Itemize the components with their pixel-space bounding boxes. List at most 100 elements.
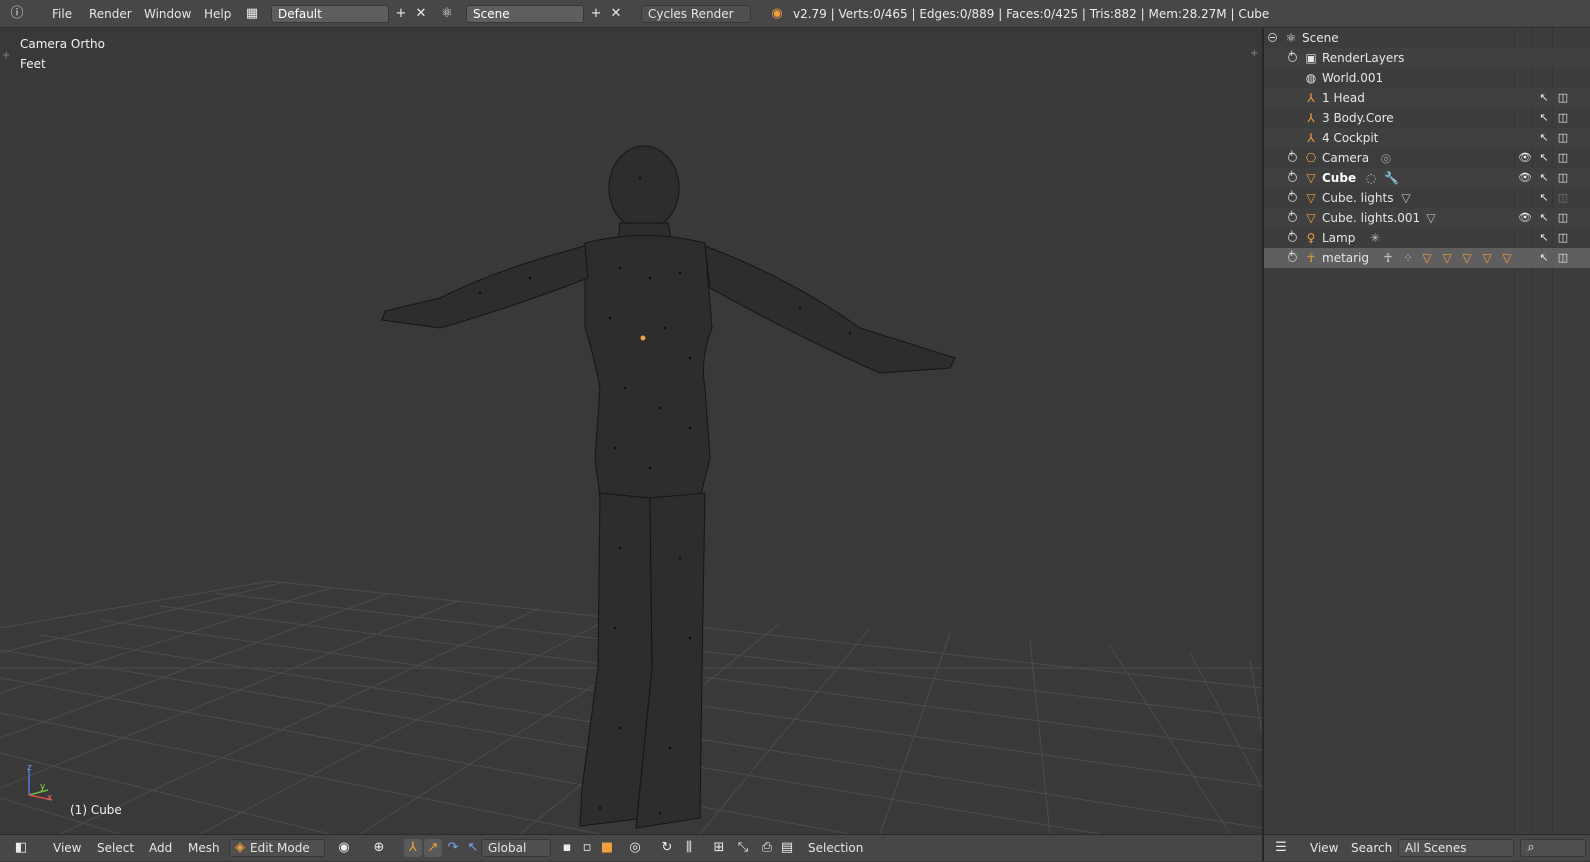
translate-manipulator-icon[interactable]: ↗	[424, 839, 442, 857]
select-toggle-icon[interactable]: ↖	[1537, 231, 1551, 245]
collapse-icon[interactable]	[1268, 33, 1277, 42]
menu-window[interactable]: Window	[144, 0, 191, 28]
expand-icon[interactable]	[1288, 209, 1297, 222]
viewport-canvas[interactable]	[0, 28, 1262, 834]
child-mesh-icon[interactable]: ▽	[1440, 251, 1454, 265]
add-layout-icon[interactable]: +	[392, 5, 410, 23]
select-toggle-icon[interactable]: ↖	[1537, 251, 1551, 265]
pivot-point-icon[interactable]: ⊕	[370, 839, 388, 857]
expand-icon[interactable]	[1288, 189, 1297, 202]
render-toggle-icon[interactable]: ◫	[1556, 91, 1570, 105]
camera-data-icon[interactable]: ◎	[1379, 151, 1393, 165]
opengl-render-icon[interactable]: ⎙	[758, 839, 776, 857]
child-mesh-icon[interactable]: ▽	[1480, 251, 1494, 265]
outliner-row-cube-lights[interactable]: ▽ Cube. lights ▽ ↖ ◫	[1264, 188, 1590, 208]
rotate-manipulator-icon[interactable]: ↷	[444, 839, 462, 857]
menu-render[interactable]: Render	[89, 0, 132, 28]
menu-add[interactable]: Add	[149, 835, 172, 862]
outliner-editor-type-icon[interactable]: ☰	[1272, 839, 1290, 857]
outliner-label[interactable]: metarig	[1322, 248, 1369, 268]
armature-data-icon[interactable]: ☥	[1381, 251, 1395, 265]
manipulator-toggle-icon[interactable]: ⅄	[404, 839, 422, 857]
select-toggle-icon[interactable]: ↖	[1537, 131, 1551, 145]
select-toggle-icon[interactable]: ↖	[1537, 171, 1551, 185]
outliner-row-body-core[interactable]: ⅄ 3 Body.Core ↖ ◫	[1264, 108, 1590, 128]
pose-icon[interactable]: ⁘	[1401, 251, 1415, 265]
outliner-label[interactable]: 1 Head	[1322, 88, 1365, 108]
info-editor-icon[interactable]: ⓘ	[8, 5, 26, 23]
child-mesh-icon[interactable]: ▽	[1500, 251, 1514, 265]
screen-layout-field[interactable]: Default	[271, 5, 389, 23]
vertex-select-icon[interactable]: ▪	[558, 839, 576, 857]
outliner-label[interactable]: World.001	[1322, 68, 1383, 88]
material-icon[interactable]: ◌	[1364, 171, 1378, 185]
select-toggle-icon[interactable]: ↖	[1537, 91, 1551, 105]
editor-type-icon[interactable]: ◧	[12, 839, 30, 857]
select-toggle-icon[interactable]: ↖	[1537, 151, 1551, 165]
outliner-panel[interactable]: ⚛ Scene ▣ RenderLayers ◍ World.001 ⅄ 1 H…	[1264, 28, 1590, 834]
toolshelf-toggle-icon[interactable]: +	[2, 50, 10, 61]
expand-icon[interactable]	[1288, 169, 1297, 182]
snap-toggle-icon[interactable]: ↻	[658, 839, 676, 857]
character-mesh[interactable]	[381, 145, 956, 829]
snap-target-icon[interactable]: ⊞	[710, 839, 728, 857]
outliner-label[interactable]: Cube	[1322, 168, 1356, 188]
menu-mesh[interactable]: Mesh	[188, 835, 220, 862]
expand-icon[interactable]	[1288, 149, 1297, 162]
scene-field[interactable]: Scene	[466, 5, 584, 23]
outliner-label[interactable]: Cube. lights	[1322, 188, 1393, 208]
select-toggle-icon[interactable]: ↖	[1537, 111, 1551, 125]
outliner-row-cockpit[interactable]: ⅄ 4 Cockpit ↖ ◫	[1264, 128, 1590, 148]
add-scene-icon[interactable]: +	[587, 5, 605, 23]
3d-viewport[interactable]: Camera Ortho Feet z y x (1) Cube + +	[0, 28, 1262, 834]
menu-select[interactable]: Select	[97, 835, 134, 862]
outliner-row-world[interactable]: ◍ World.001	[1264, 68, 1590, 88]
viewport-shading-icon[interactable]: ◉	[335, 839, 353, 857]
visibility-eye-icon[interactable]: 👁	[1518, 211, 1532, 225]
face-select-icon[interactable]: ■	[598, 839, 616, 857]
render-engine-dropdown[interactable]: Cycles Render	[641, 5, 751, 23]
screen-layout-icon[interactable]: ▦	[243, 5, 261, 23]
opengl-anim-icon[interactable]: ▤	[778, 839, 796, 857]
properties-toggle-icon[interactable]: +	[1250, 48, 1258, 59]
visibility-eye-icon[interactable]: 👁	[1518, 151, 1532, 165]
outliner-label[interactable]: 3 Body.Core	[1322, 108, 1394, 128]
outliner-row-metarig[interactable]: ☥ metarig ☥ ⁘ ▽ ▽ ▽ ▽ ▽ ↖ ◫	[1264, 248, 1590, 268]
visibility-eye-icon[interactable]: 👁	[1518, 171, 1532, 185]
child-mesh-icon[interactable]: ▽	[1420, 251, 1434, 265]
outliner-row-renderlayers[interactable]: ▣ RenderLayers	[1264, 48, 1590, 68]
render-toggle-icon[interactable]: ◫	[1556, 171, 1570, 185]
scene-icon[interactable]: ⚛	[438, 5, 456, 23]
outliner-label[interactable]: 4 Cockpit	[1322, 128, 1378, 148]
outliner-label[interactable]: Lamp	[1322, 228, 1355, 248]
outliner-row-camera[interactable]: ⎔ Camera ◎ 👁 ↖ ◫	[1264, 148, 1590, 168]
render-toggle-icon[interactable]: ◫	[1556, 191, 1570, 205]
outliner-row-scene[interactable]: ⚛ Scene	[1264, 28, 1590, 48]
render-toggle-icon[interactable]: ◫	[1556, 131, 1570, 145]
modifier-wrench-icon[interactable]: 🔧	[1384, 171, 1399, 185]
outliner-menu-view[interactable]: View	[1310, 835, 1338, 862]
render-toggle-icon[interactable]: ◫	[1556, 151, 1570, 165]
outliner-row-cube-lights-001[interactable]: ▽ Cube. lights.001 ▽ 👁 ↖ ◫	[1264, 208, 1590, 228]
mesh-data-icon[interactable]: ▽	[1399, 191, 1413, 205]
snap-align-icon[interactable]: ⤡	[734, 839, 752, 857]
outliner-label[interactable]: Cube. lights.001	[1322, 208, 1420, 228]
render-toggle-icon[interactable]: ◫	[1556, 111, 1570, 125]
outliner-label[interactable]: Camera	[1322, 148, 1369, 168]
transform-orientation-dropdown[interactable]: Global	[481, 839, 551, 857]
outliner-label[interactable]: RenderLayers	[1322, 48, 1404, 68]
render-toggle-icon[interactable]: ◫	[1556, 231, 1570, 245]
expand-icon[interactable]	[1288, 229, 1297, 242]
mesh-data-icon[interactable]: ▽	[1424, 211, 1438, 225]
delete-layout-icon[interactable]: ✕	[412, 5, 430, 23]
render-toggle-icon[interactable]: ◫	[1556, 251, 1570, 265]
menu-help[interactable]: Help	[204, 0, 231, 28]
outliner-label[interactable]: Scene	[1302, 28, 1339, 48]
child-mesh-icon[interactable]: ▽	[1460, 251, 1474, 265]
lamp-data-icon[interactable]: ✳	[1368, 231, 1382, 245]
select-toggle-icon[interactable]: ↖	[1537, 191, 1551, 205]
expand-icon[interactable]	[1288, 249, 1297, 262]
outliner-row-head[interactable]: ⅄ 1 Head ↖ ◫	[1264, 88, 1590, 108]
snap-element-icon[interactable]: ⫼	[680, 839, 698, 857]
proportional-edit-icon[interactable]: ◎	[626, 839, 644, 857]
